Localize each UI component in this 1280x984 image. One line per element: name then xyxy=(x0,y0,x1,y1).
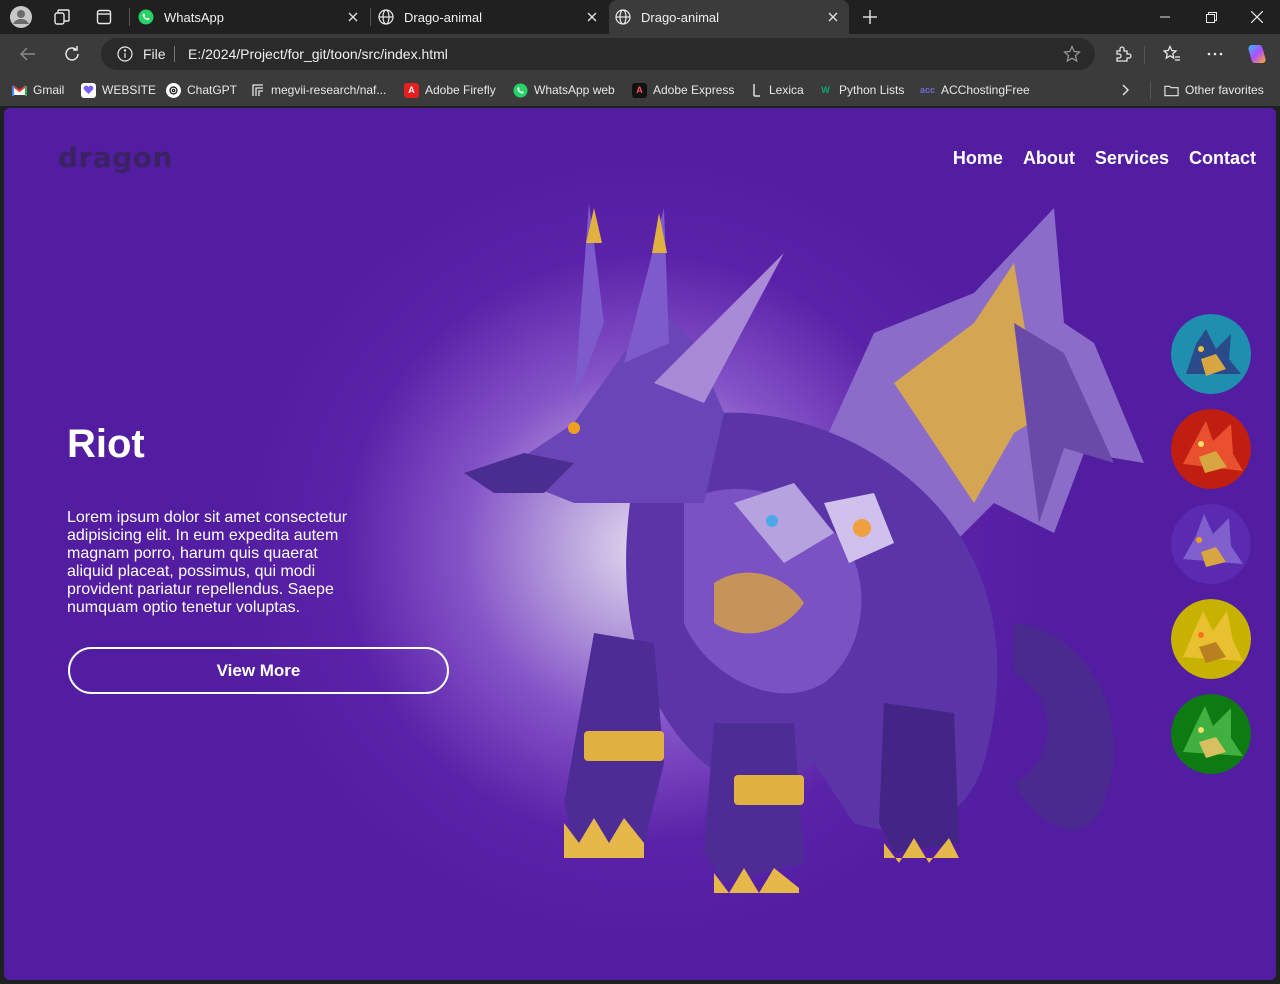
dragon-illustration xyxy=(464,203,1144,893)
bookmark-website[interactable]: WEBSITE xyxy=(81,81,156,99)
scheme-label: File xyxy=(143,46,166,62)
tab-drago-animal-active[interactable]: Drago-animal xyxy=(609,0,849,34)
gmail-icon xyxy=(12,83,27,98)
blue-dragon-thumbnail[interactable] xyxy=(1171,314,1251,394)
refresh-icon[interactable] xyxy=(58,40,86,68)
green-dragon-thumbnail[interactable] xyxy=(1171,694,1251,774)
bookmarks-overflow-chevron-icon[interactable] xyxy=(1120,81,1130,99)
w3schools-icon: W xyxy=(821,85,830,95)
tab-title: WhatsApp xyxy=(164,9,224,25)
url-text[interactable]: E:/2024/Project/for_git/toon/src/index.h… xyxy=(188,46,448,62)
globe-icon xyxy=(378,9,394,25)
page-viewport: dragon Home About Services Contact Riot … xyxy=(4,108,1276,980)
view-more-button[interactable]: View More xyxy=(68,647,449,694)
tab-actions-icon[interactable] xyxy=(92,5,116,29)
red-dragon-thumbnail[interactable] xyxy=(1171,409,1251,489)
minimize-icon[interactable] xyxy=(1142,0,1188,34)
nav-services[interactable]: Services xyxy=(1095,148,1169,169)
favorites-icon[interactable] xyxy=(1158,40,1186,68)
browser-toolbar: File E:/2024/Project/for_git/toon/src/in… xyxy=(0,34,1280,74)
back-icon[interactable] xyxy=(14,40,42,68)
address-bar[interactable]: File E:/2024/Project/for_git/toon/src/in… xyxy=(101,38,1095,70)
purple-dragon-thumbnail[interactable] xyxy=(1171,504,1251,584)
bookmark-acchostingfree[interactable]: acc ACChostingFree xyxy=(920,81,1030,99)
tab-title: Drago-animal xyxy=(404,9,483,25)
close-tab-icon[interactable] xyxy=(345,9,361,25)
nav-contact[interactable]: Contact xyxy=(1189,148,1256,169)
main-nav: Home About Services Contact xyxy=(953,148,1256,169)
bookmarks-bar: Gmail WEBSITE ChatGPT megvii-research/na… xyxy=(0,74,1280,106)
bookmark-whatsapp-web[interactable]: WhatsApp web xyxy=(513,81,615,99)
nav-home[interactable]: Home xyxy=(953,148,1003,169)
hero-title: Riot xyxy=(67,422,145,466)
bookmark-python-lists[interactable]: W Python Lists xyxy=(818,81,904,99)
adobe-firefly-icon: A xyxy=(404,82,419,98)
bookmark-adobe-express[interactable]: A Adobe Express xyxy=(632,81,734,99)
workspaces-icon[interactable] xyxy=(50,5,74,29)
chatgpt-icon xyxy=(166,82,181,98)
tab-strip: WhatsApp Drago-animal Drago-animal xyxy=(0,0,1280,34)
github-icon xyxy=(250,83,265,98)
nav-about[interactable]: About xyxy=(1023,148,1075,169)
close-window-icon[interactable] xyxy=(1234,0,1280,34)
acc-icon: acc xyxy=(919,85,936,95)
heart-icon xyxy=(81,82,96,98)
other-favorites[interactable]: Other favorites xyxy=(1164,81,1264,99)
folder-icon xyxy=(1164,83,1179,98)
hero-description: Lorem ipsum dolor sit amet consectetur a… xyxy=(67,509,348,616)
adobe-express-icon: A xyxy=(632,82,647,98)
close-tab-icon[interactable] xyxy=(584,9,600,25)
globe-icon xyxy=(615,9,631,25)
bookmark-adobe-firefly[interactable]: A Adobe Firefly xyxy=(404,81,496,99)
bookmark-megvii[interactable]: megvii-research/naf... xyxy=(250,81,386,99)
yellow-dragon-thumbnail[interactable] xyxy=(1171,599,1251,679)
favorite-star-icon[interactable] xyxy=(1063,45,1081,63)
restore-icon[interactable] xyxy=(1188,0,1234,34)
close-tab-icon[interactable] xyxy=(825,9,841,25)
tab-title: Drago-animal xyxy=(641,9,720,25)
info-icon[interactable] xyxy=(117,46,133,62)
new-tab-icon[interactable] xyxy=(858,5,882,29)
whatsapp-icon xyxy=(513,82,528,98)
profile-avatar-icon[interactable] xyxy=(9,5,33,29)
extensions-icon[interactable] xyxy=(1109,40,1137,68)
copilot-icon[interactable] xyxy=(1243,40,1271,68)
bookmark-chatgpt[interactable]: ChatGPT xyxy=(166,81,237,99)
tab-whatsapp[interactable]: WhatsApp xyxy=(134,0,369,34)
site-logo[interactable]: dragon xyxy=(58,141,173,174)
bookmark-lexica[interactable]: Lexica xyxy=(748,81,804,99)
tab-drago-animal-1[interactable]: Drago-animal xyxy=(374,0,608,34)
more-menu-icon[interactable] xyxy=(1201,40,1229,68)
lexica-icon xyxy=(748,83,763,98)
bookmark-gmail[interactable]: Gmail xyxy=(12,81,64,99)
whatsapp-icon xyxy=(138,9,154,25)
